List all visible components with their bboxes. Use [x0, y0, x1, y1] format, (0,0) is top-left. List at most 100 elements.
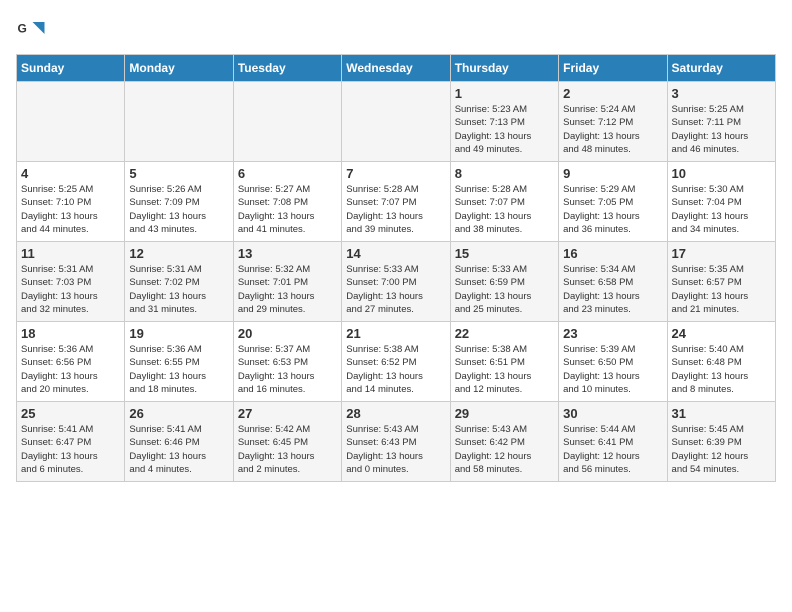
calendar-cell — [17, 82, 125, 162]
day-info: Sunrise: 5:36 AM Sunset: 6:55 PM Dayligh… — [129, 343, 228, 396]
calendar-cell: 4Sunrise: 5:25 AM Sunset: 7:10 PM Daylig… — [17, 162, 125, 242]
calendar-cell: 5 Sunrise: 5:26 AM Sunset: 7:09 PM Daylig… — [125, 162, 233, 242]
day-info: Sunrise: 5:34 AM Sunset: 6:58 PM Dayligh… — [563, 263, 662, 316]
calendar-cell: 13 Sunrise: 5:32 AM Sunset: 7:01 PM Dayli… — [233, 242, 341, 322]
day-number: 16 — [563, 246, 662, 261]
day-info: Sunrise: 5:40 AM Sunset: 6:48 PM Dayligh… — [672, 343, 771, 396]
calendar-week-4: 18 Sunrise: 5:36 AM Sunset: 6:56 PM Dayli… — [17, 322, 776, 402]
day-info: Sunrise: 5:31 AM Sunset: 7:02 PM Dayligh… — [129, 263, 228, 316]
header-wednesday: Wednesday — [342, 55, 450, 82]
calendar-cell: 1 Sunrise: 5:23 AM Sunset: 7:13 PM Daylig… — [450, 82, 558, 162]
day-number: 15 — [455, 246, 554, 261]
day-number: 13 — [238, 246, 337, 261]
day-info: Sunrise: 5:35 AM Sunset: 6:57 PM Dayligh… — [672, 263, 771, 316]
day-info: Sunrise: 5:36 AM Sunset: 6:56 PM Dayligh… — [21, 343, 120, 396]
calendar-week-3: 11 Sunrise: 5:31 AM Sunset: 7:03 PM Dayli… — [17, 242, 776, 322]
calendar-cell: 30 Sunrise: 5:44 AM Sunset: 6:41 PM Dayli… — [559, 402, 667, 482]
day-info: Sunrise: 5:25 AM Sunset: 7:11 PM Dayligh… — [672, 103, 771, 156]
calendar-cell: 21 Sunrise: 5:38 AM Sunset: 6:52 PM Dayli… — [342, 322, 450, 402]
header-monday: Monday — [125, 55, 233, 82]
calendar-week-2: 4Sunrise: 5:25 AM Sunset: 7:10 PM Daylig… — [17, 162, 776, 242]
calendar-cell: 26 Sunrise: 5:41 AM Sunset: 6:46 PM Dayli… — [125, 402, 233, 482]
day-number: 26 — [129, 406, 228, 421]
calendar-cell: 19Sunrise: 5:36 AM Sunset: 6:55 PM Dayli… — [125, 322, 233, 402]
day-number: 28 — [346, 406, 445, 421]
header-sunday: Sunday — [17, 55, 125, 82]
calendar-cell: 9Sunrise: 5:29 AM Sunset: 7:05 PM Daylig… — [559, 162, 667, 242]
day-number: 1 — [455, 86, 554, 101]
day-number: 7 — [346, 166, 445, 181]
day-info: Sunrise: 5:32 AM Sunset: 7:01 PM Dayligh… — [238, 263, 337, 316]
logo: G — [16, 16, 50, 46]
calendar-cell: 14Sunrise: 5:33 AM Sunset: 7:00 PM Dayli… — [342, 242, 450, 322]
day-number: 18 — [21, 326, 120, 341]
day-number: 21 — [346, 326, 445, 341]
calendar-cell: 28 Sunrise: 5:43 AM Sunset: 6:43 PM Dayli… — [342, 402, 450, 482]
calendar-cell: 15 Sunrise: 5:33 AM Sunset: 6:59 PM Dayli… — [450, 242, 558, 322]
calendar-cell: 2 Sunrise: 5:24 AM Sunset: 7:12 PM Daylig… — [559, 82, 667, 162]
day-info: Sunrise: 5:38 AM Sunset: 6:51 PM Dayligh… — [455, 343, 554, 396]
day-number: 10 — [672, 166, 771, 181]
calendar-cell: 23 Sunrise: 5:39 AM Sunset: 6:50 PM Dayli… — [559, 322, 667, 402]
day-info: Sunrise: 5:28 AM Sunset: 7:07 PM Dayligh… — [346, 183, 445, 236]
svg-text:G: G — [18, 22, 27, 36]
day-number: 23 — [563, 326, 662, 341]
day-number: 31 — [672, 406, 771, 421]
calendar-cell: 18 Sunrise: 5:36 AM Sunset: 6:56 PM Dayli… — [17, 322, 125, 402]
day-info: Sunrise: 5:44 AM Sunset: 6:41 PM Dayligh… — [563, 423, 662, 476]
calendar-table: SundayMondayTuesdayWednesdayThursdayFrid… — [16, 54, 776, 482]
page-header: G — [16, 16, 776, 46]
calendar-cell: 31Sunrise: 5:45 AM Sunset: 6:39 PM Dayli… — [667, 402, 775, 482]
calendar-cell: 16 Sunrise: 5:34 AM Sunset: 6:58 PM Dayli… — [559, 242, 667, 322]
calendar-cell — [233, 82, 341, 162]
calendar-cell: 20 Sunrise: 5:37 AM Sunset: 6:53 PM Dayli… — [233, 322, 341, 402]
day-info: Sunrise: 5:41 AM Sunset: 6:47 PM Dayligh… — [21, 423, 120, 476]
calendar-week-1: 1 Sunrise: 5:23 AM Sunset: 7:13 PM Daylig… — [17, 82, 776, 162]
calendar-cell: 7 Sunrise: 5:28 AM Sunset: 7:07 PM Daylig… — [342, 162, 450, 242]
calendar-body: 1 Sunrise: 5:23 AM Sunset: 7:13 PM Daylig… — [17, 82, 776, 482]
day-info: Sunrise: 5:24 AM Sunset: 7:12 PM Dayligh… — [563, 103, 662, 156]
day-info: Sunrise: 5:33 AM Sunset: 6:59 PM Dayligh… — [455, 263, 554, 316]
day-info: Sunrise: 5:37 AM Sunset: 6:53 PM Dayligh… — [238, 343, 337, 396]
day-info: Sunrise: 5:41 AM Sunset: 6:46 PM Dayligh… — [129, 423, 228, 476]
calendar-cell — [342, 82, 450, 162]
calendar-cell: 22 Sunrise: 5:38 AM Sunset: 6:51 PM Dayli… — [450, 322, 558, 402]
calendar-cell: 25 Sunrise: 5:41 AM Sunset: 6:47 PM Dayli… — [17, 402, 125, 482]
day-number: 5 — [129, 166, 228, 181]
calendar-cell: 27Sunrise: 5:42 AM Sunset: 6:45 PM Dayli… — [233, 402, 341, 482]
day-number: 3 — [672, 86, 771, 101]
calendar-cell: 6 Sunrise: 5:27 AM Sunset: 7:08 PM Daylig… — [233, 162, 341, 242]
day-number: 20 — [238, 326, 337, 341]
day-number: 25 — [21, 406, 120, 421]
day-number: 4 — [21, 166, 120, 181]
calendar-cell: 3 Sunrise: 5:25 AM Sunset: 7:11 PM Daylig… — [667, 82, 775, 162]
day-number: 2 — [563, 86, 662, 101]
day-number: 24 — [672, 326, 771, 341]
calendar-cell: 17Sunrise: 5:35 AM Sunset: 6:57 PM Dayli… — [667, 242, 775, 322]
day-info: Sunrise: 5:43 AM Sunset: 6:43 PM Dayligh… — [346, 423, 445, 476]
calendar-cell: 11 Sunrise: 5:31 AM Sunset: 7:03 PM Dayli… — [17, 242, 125, 322]
day-info: Sunrise: 5:29 AM Sunset: 7:05 PM Dayligh… — [563, 183, 662, 236]
day-number: 29 — [455, 406, 554, 421]
day-info: Sunrise: 5:43 AM Sunset: 6:42 PM Dayligh… — [455, 423, 554, 476]
header-friday: Friday — [559, 55, 667, 82]
calendar-cell: 24 Sunrise: 5:40 AM Sunset: 6:48 PM Dayli… — [667, 322, 775, 402]
day-info: Sunrise: 5:39 AM Sunset: 6:50 PM Dayligh… — [563, 343, 662, 396]
calendar-week-5: 25 Sunrise: 5:41 AM Sunset: 6:47 PM Dayli… — [17, 402, 776, 482]
calendar-cell: 12 Sunrise: 5:31 AM Sunset: 7:02 PM Dayli… — [125, 242, 233, 322]
day-info: Sunrise: 5:38 AM Sunset: 6:52 PM Dayligh… — [346, 343, 445, 396]
day-info: Sunrise: 5:30 AM Sunset: 7:04 PM Dayligh… — [672, 183, 771, 236]
day-info: Sunrise: 5:31 AM Sunset: 7:03 PM Dayligh… — [21, 263, 120, 316]
day-number: 12 — [129, 246, 228, 261]
logo-icon: G — [16, 16, 46, 46]
day-number: 30 — [563, 406, 662, 421]
day-number: 22 — [455, 326, 554, 341]
day-number: 11 — [21, 246, 120, 261]
header-tuesday: Tuesday — [233, 55, 341, 82]
day-info: Sunrise: 5:42 AM Sunset: 6:45 PM Dayligh… — [238, 423, 337, 476]
day-number: 6 — [238, 166, 337, 181]
day-info: Sunrise: 5:26 AM Sunset: 7:09 PM Dayligh… — [129, 183, 228, 236]
calendar-cell — [125, 82, 233, 162]
day-info: Sunrise: 5:23 AM Sunset: 7:13 PM Dayligh… — [455, 103, 554, 156]
day-info: Sunrise: 5:27 AM Sunset: 7:08 PM Dayligh… — [238, 183, 337, 236]
